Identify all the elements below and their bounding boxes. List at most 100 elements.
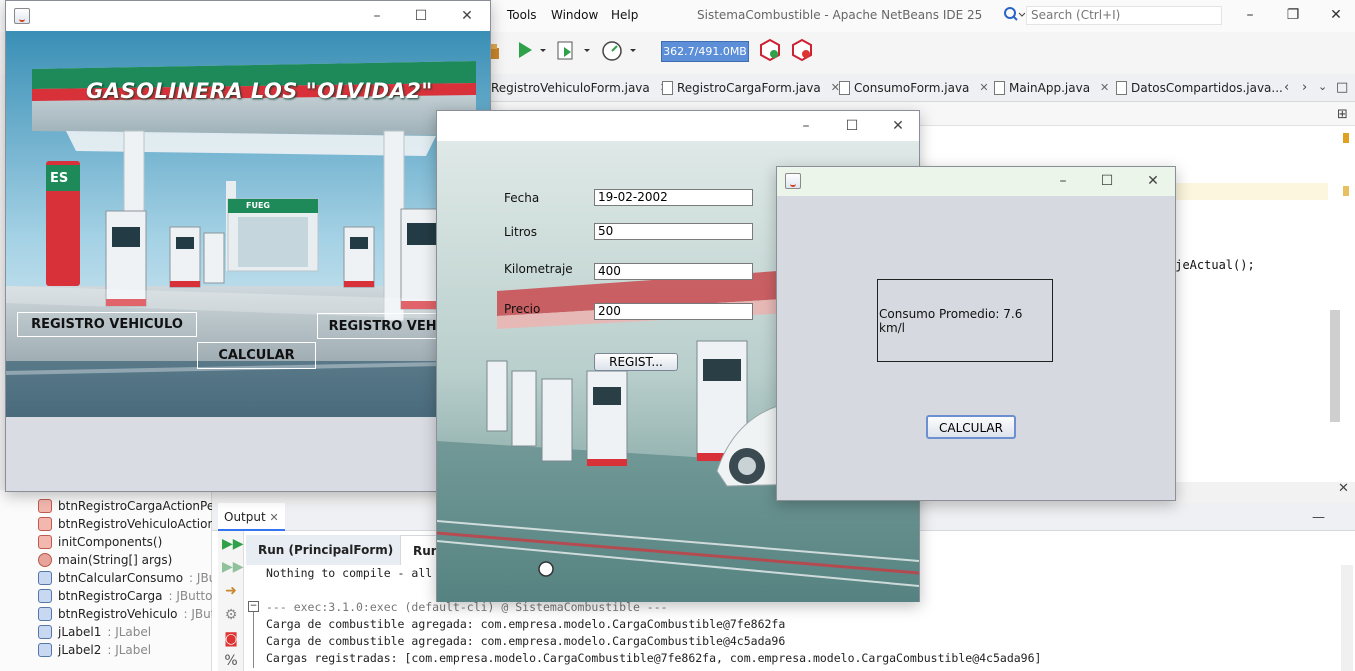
registro-vehiculo-button-left[interactable]: REGISTRO VEHICULO [17,312,197,337]
wrap-icon[interactable]: % [222,652,240,670]
navigator-item[interactable]: jLabel1 : JLabel [38,623,151,641]
navigator-item[interactable]: btnRegistroVehiculoAction [38,515,221,533]
close-icon[interactable]: □ [1336,80,1348,95]
navigator-item-type: : JBut [183,607,216,621]
method-icon [38,499,52,513]
error-stripe-marker[interactable] [1343,133,1349,143]
editor-scrollbar[interactable] [1330,310,1340,422]
field-icon [38,625,52,639]
output-line: --- exec:3.1.0:exec (default-cli) @ Sist… [266,600,668,614]
navigator-item[interactable]: initComponents() [38,533,168,551]
navigator-item-name: btnCalcularConsumo [58,571,184,585]
navigator-item-type: : JLabel [107,625,152,639]
search-input[interactable]: Search (Ctrl+I) [1026,6,1222,25]
minimize-icon[interactable]: – [362,1,392,31]
field-icon [38,607,52,621]
gc-icon[interactable] [758,38,782,62]
output-line: Nothing to compile - all [266,566,433,580]
tab-consumo[interactable]: ConsumoForm.java ✕ [839,74,989,102]
file-icon [839,81,850,95]
consumo-result-text: Consumo Promedio: 7.6 km/l [879,306,1023,335]
navigator-item[interactable]: btnCalcularConsumo : JBu [38,569,216,587]
run-icon[interactable] [516,40,546,60]
tab-output[interactable]: Output ✕ [218,503,285,531]
search-icon[interactable] [1003,6,1026,24]
close-icon[interactable]: ✕ [270,511,279,524]
close-icon[interactable]: ✕ [1138,166,1168,196]
calcular-button[interactable]: CALCULAR [197,342,316,369]
close-icon[interactable]: ✕ [883,111,913,141]
maximize-icon[interactable]: ☐ [406,1,436,31]
output-line: Carga de combustible agregada: com.empre… [266,617,786,631]
tab-label: RegistroVehiculoForm.java [491,81,650,95]
rerun-icon[interactable]: ▶▶ [222,535,244,553]
debug-icon[interactable] [556,40,592,62]
maximize-icon[interactable]: ☐ [1092,166,1122,196]
profiler-icon[interactable] [790,38,814,62]
fold-icon[interactable]: − [248,601,259,612]
java-icon [14,8,30,24]
tab-next-icon[interactable]: › [1302,80,1307,95]
tab-prev-icon[interactable]: ‹ [1284,80,1289,95]
close-icon[interactable]: ✕ [1338,481,1349,496]
litros-input[interactable]: 50 [594,223,753,240]
settings-icon[interactable]: ⚙ [222,606,240,624]
tab-list-icon[interactable]: ⌄ [1318,80,1327,93]
stop-icon[interactable]: ◙ [222,630,240,648]
close-icon[interactable]: ✕ [1100,74,1109,102]
menu-help[interactable]: Help [611,8,638,22]
navigator-item-name: main(String[] args) [58,553,173,567]
tab-label: RegistroCargaForm.java [677,81,821,95]
tab-registro-carga[interactable]: RegistroCargaForm.java ✕ [662,74,840,102]
step-icon[interactable]: ➜ [222,582,240,600]
code-line[interactable]: ajeActual(); [1168,258,1255,272]
navigator-item-name: btnRegistroCargaActionPe [58,499,215,513]
tab-label: MainApp.java [1009,81,1091,95]
navigator-item-type: : JLabel [107,643,152,657]
registrar-button[interactable]: REGIST... [594,353,678,371]
profile-icon[interactable] [600,40,640,62]
navigator-item[interactable]: btnRegistroCargaActionPe [38,497,220,515]
menu-tools[interactable]: Tools [507,8,537,22]
station-title: GASOLINERA LOS "OLVIDA2" [86,79,433,103]
navigator-item-name: jLabel2 [58,643,102,657]
output-scrollbar[interactable] [1341,565,1353,671]
navigator-item[interactable]: jLabel2 : JLabel [38,641,151,659]
field-label-precio: Precio [504,302,541,316]
field-label-fecha: Fecha [504,191,540,205]
minimize-panel-icon[interactable]: — [1312,510,1325,525]
restore-icon[interactable]: ❐ [1279,4,1307,26]
tab-datos-compartidos[interactable]: DatosCompartidos.java... [1116,74,1283,102]
error-stripe-marker[interactable] [1343,186,1349,196]
navigator-item-name: jLabel1 [58,625,102,639]
navigator-item[interactable]: btnRegistroVehiculo : JBut [38,605,215,623]
field-icon [38,589,52,603]
minimize-icon[interactable]: – [1048,166,1078,196]
close-icon[interactable]: ✕ [1322,4,1350,26]
split-icon[interactable]: ⊞ [1337,107,1348,122]
calcular-consumo-button[interactable]: CALCULAR [926,415,1016,439]
close-icon[interactable]: ✕ [452,1,482,31]
navigator-item-name: btnRegistroVehiculoAction [58,517,216,531]
rerun-with-options-icon[interactable]: ▶▶ [222,558,244,576]
tab-registro-vehiculo[interactable]: RegistroVehiculoForm.java✕ [491,74,669,102]
tab-mainapp[interactable]: MainApp.java ✕ [994,74,1109,102]
close-icon[interactable]: ✕ [979,74,988,102]
file-icon [1116,81,1127,95]
navigator-item[interactable]: btnRegistroCarga : JButton [38,587,220,605]
field-icon [38,571,52,585]
tab-label: Output [224,510,266,524]
navigator-item[interactable]: main(String[] args) [38,551,178,569]
fecha-input[interactable]: 19-02-2002 [594,189,753,206]
memory-meter[interactable]: 362.7/491.0MB [661,41,749,62]
minimize-icon[interactable]: – [1236,4,1264,26]
station-sign: ES [50,171,69,186]
kilometraje-input[interactable]: 400 [594,263,753,280]
shop-sign: FUEG [246,201,270,210]
maximize-icon[interactable]: ☐ [837,111,867,141]
menu-window[interactable]: Window [551,8,598,22]
file-icon [994,81,1005,95]
precio-input[interactable]: 200 [594,303,753,320]
minimize-icon[interactable]: – [791,111,821,141]
navigator-item-name: btnRegistroCarga [58,589,163,603]
